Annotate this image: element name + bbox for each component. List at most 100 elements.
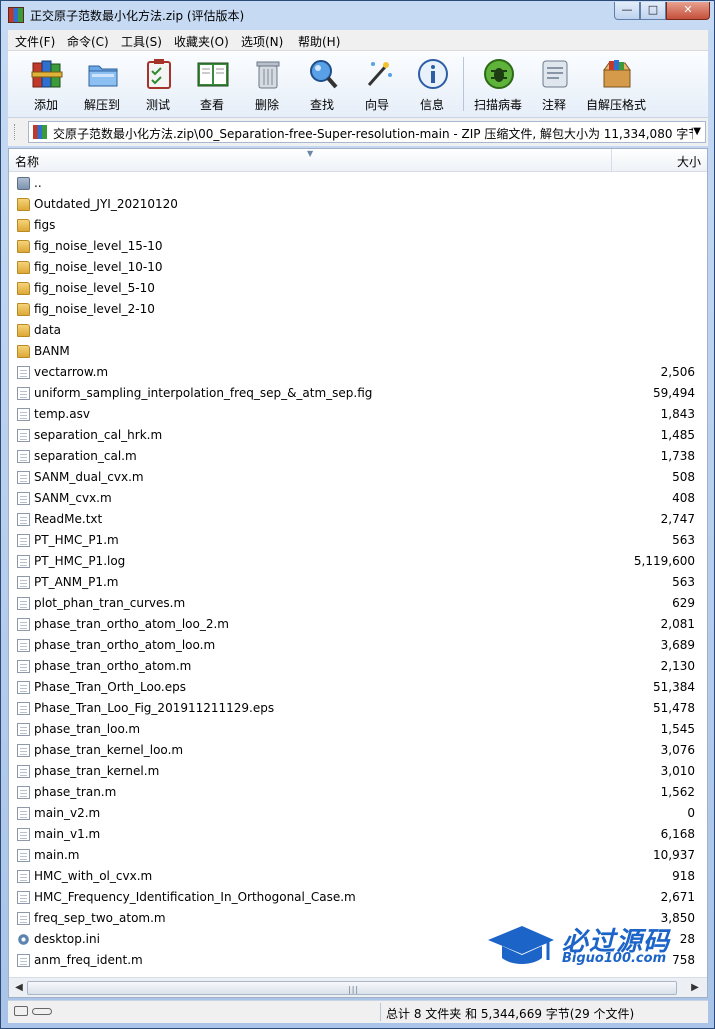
folder-row[interactable]: BANM (9, 341, 707, 362)
file-size: 51,478 (653, 701, 695, 715)
file-size: 3,076 (660, 743, 695, 757)
file-row[interactable]: separation_cal_hrk.m 1,485 (9, 425, 707, 446)
file-row[interactable]: Phase_Tran_Loo_Fig_201911211129.eps 51,47… (9, 698, 707, 719)
menu-bar: 文件(F) 命令(C) 工具(S) 收藏夹(O) 选项(N) 帮助(H) (8, 30, 708, 51)
scroll-grip-icon: ||| (348, 985, 360, 994)
menu-favorites[interactable]: 收藏夹(O) (174, 33, 229, 50)
column-divider[interactable] (611, 149, 612, 171)
file-row[interactable]: phase_tran_ortho_atom_loo.m 3,689 (9, 635, 707, 656)
folder-row[interactable]: fig_noise_level_10-10 (9, 257, 707, 278)
scroll-left-icon[interactable]: ◀ (11, 981, 27, 995)
file-row[interactable]: PT_ANM_P1.m 563 (9, 572, 707, 593)
file-size: 2,081 (660, 617, 695, 631)
file-name: Outdated_JYI_20210120 (34, 197, 178, 211)
file-row[interactable]: phase_tran_ortho_atom.m 2,130 (9, 656, 707, 677)
view-button[interactable]: 查看 (184, 55, 240, 113)
file-row[interactable]: PT_HMC_P1.m 563 (9, 530, 707, 551)
title-bar[interactable]: 正交原子范数最小化方法.zip (评估版本) — □ ✕ (1, 1, 714, 29)
extract-to-button[interactable]: 解压到 (74, 55, 130, 113)
file-name: uniform_sampling_interpolation_freq_sep_… (34, 386, 373, 400)
file-row[interactable]: phase_tran.m 1,562 (9, 782, 707, 803)
file-name: PT_HMC_P1.log (34, 554, 126, 568)
comment-icon (542, 60, 568, 88)
file-name: anm_freq_ident.m (34, 953, 143, 967)
folder-row[interactable]: data (9, 320, 707, 341)
file-icon (17, 870, 30, 883)
folder-row[interactable]: figs (9, 215, 707, 236)
file-row[interactable]: SANM_dual_cvx.m 508 (9, 467, 707, 488)
horizontal-scrollbar[interactable]: ◀ ||| ▶ (9, 977, 707, 997)
menu-command[interactable]: 命令(C) (67, 33, 109, 50)
file-row[interactable]: temp.asv 1,843 (9, 404, 707, 425)
folder-row[interactable]: fig_noise_level_15-10 (9, 236, 707, 257)
drive-icon[interactable] (14, 1006, 28, 1016)
folder-row[interactable]: fig_noise_level_2-10 (9, 299, 707, 320)
file-name: figs (34, 218, 56, 232)
comment-label: 注释 (541, 98, 566, 112)
file-row[interactable]: phase_tran_ortho_atom_loo_2.m 2,081 (9, 614, 707, 635)
folder-row[interactable]: Outdated_JYI_20210120 (9, 194, 707, 215)
file-row[interactable]: plot_phan_tran_curves.m 629 (9, 593, 707, 614)
parent-folder-row[interactable]: .. (9, 173, 707, 194)
file-row[interactable]: phase_tran_loo.m 1,545 (9, 719, 707, 740)
file-row[interactable]: separation_cal.m 1,738 (9, 446, 707, 467)
scroll-right-icon[interactable]: ▶ (687, 981, 703, 995)
folder-row[interactable]: fig_noise_level_5-10 (9, 278, 707, 299)
column-header-name[interactable]: 名称 (15, 153, 39, 170)
close-button[interactable]: ✕ (666, 2, 710, 20)
scan-virus-button[interactable]: 扫描病毒 (470, 55, 526, 113)
file-name: phase_tran_kernel_loo.m (34, 743, 184, 757)
file-row[interactable]: main.m 10,937 (9, 845, 707, 866)
info-button[interactable]: 信息 (404, 55, 460, 113)
wizard-button[interactable]: 向导 (349, 55, 405, 113)
menu-tools[interactable]: 工具(S) (121, 33, 162, 50)
minimize-button[interactable]: — (614, 2, 640, 20)
status-summary: 总计 8 文件夹 和 5,344,669 字节(29 个文件) (386, 1007, 635, 1021)
file-size: 3,689 (660, 638, 695, 652)
file-row[interactable]: HMC_Frequency_Identification_In_Orthogon… (9, 887, 707, 908)
file-name: fig_noise_level_5-10 (34, 281, 155, 295)
file-name: Phase_Tran_Loo_Fig_201911211129.eps (34, 701, 275, 715)
file-row[interactable]: Phase_Tran_Orth_Loo.eps 51,384 (9, 677, 707, 698)
file-size: 1,545 (660, 722, 695, 736)
folder-icon (17, 261, 30, 274)
column-header-size[interactable]: 大小 (619, 153, 701, 170)
file-icon (17, 450, 30, 463)
file-row[interactable]: PT_HMC_P1.log 5,119,600 (9, 551, 707, 572)
graduation-cap-icon (488, 926, 554, 964)
file-size: 918 (672, 869, 695, 883)
chevron-down-icon[interactable]: ▼ (693, 126, 701, 137)
menu-file[interactable]: 文件(F) (15, 33, 55, 50)
file-name: SANM_cvx.m (34, 491, 112, 505)
extract-folder-icon (88, 65, 118, 87)
sfx-button[interactable]: 自解压格式 (586, 55, 646, 113)
file-size: 2,130 (660, 659, 695, 673)
file-size: 2,671 (660, 890, 695, 904)
maximize-button[interactable]: □ (640, 2, 666, 20)
find-magnifier-icon (310, 60, 338, 89)
file-row[interactable]: vectarrow.m 2,506 (9, 362, 707, 383)
file-name: .. (34, 176, 42, 190)
delete-button[interactable]: 删除 (239, 55, 295, 113)
file-row[interactable]: SANM_cvx.m 408 (9, 488, 707, 509)
file-row[interactable]: phase_tran_kernel_loo.m 3,076 (9, 740, 707, 761)
find-button[interactable]: 查找 (294, 55, 350, 113)
comment-button[interactable]: 注释 (526, 55, 582, 113)
file-name: main_v2.m (34, 806, 101, 820)
file-row[interactable]: uniform_sampling_interpolation_freq_sep_… (9, 383, 707, 404)
key-icon[interactable] (32, 1008, 52, 1015)
window-title: 正交原子范数最小化方法.zip (评估版本) (30, 9, 245, 23)
file-row[interactable]: main_v1.m 6,168 (9, 824, 707, 845)
address-path-field[interactable]: 交原子范数最小化方法.zip\00_Separation-free-Super-… (28, 121, 706, 143)
file-row[interactable]: phase_tran_kernel.m 3,010 (9, 761, 707, 782)
add-button[interactable]: 添加 (18, 55, 74, 113)
file-row[interactable]: HMC_with_ol_cvx.m 918 (9, 866, 707, 887)
file-name: main_v1.m (34, 827, 101, 841)
menu-help[interactable]: 帮助(H) (298, 33, 340, 50)
menu-options[interactable]: 选项(N) (241, 33, 283, 50)
app-window: 正交原子范数最小化方法.zip (评估版本) — □ ✕ 文件(F) 命令(C)… (0, 0, 715, 1029)
file-row[interactable]: main_v2.m 0 (9, 803, 707, 824)
file-row[interactable]: ReadMe.txt 2,747 (9, 509, 707, 530)
info-label: 信息 (419, 98, 444, 112)
scroll-thumb[interactable]: ||| (27, 981, 677, 995)
